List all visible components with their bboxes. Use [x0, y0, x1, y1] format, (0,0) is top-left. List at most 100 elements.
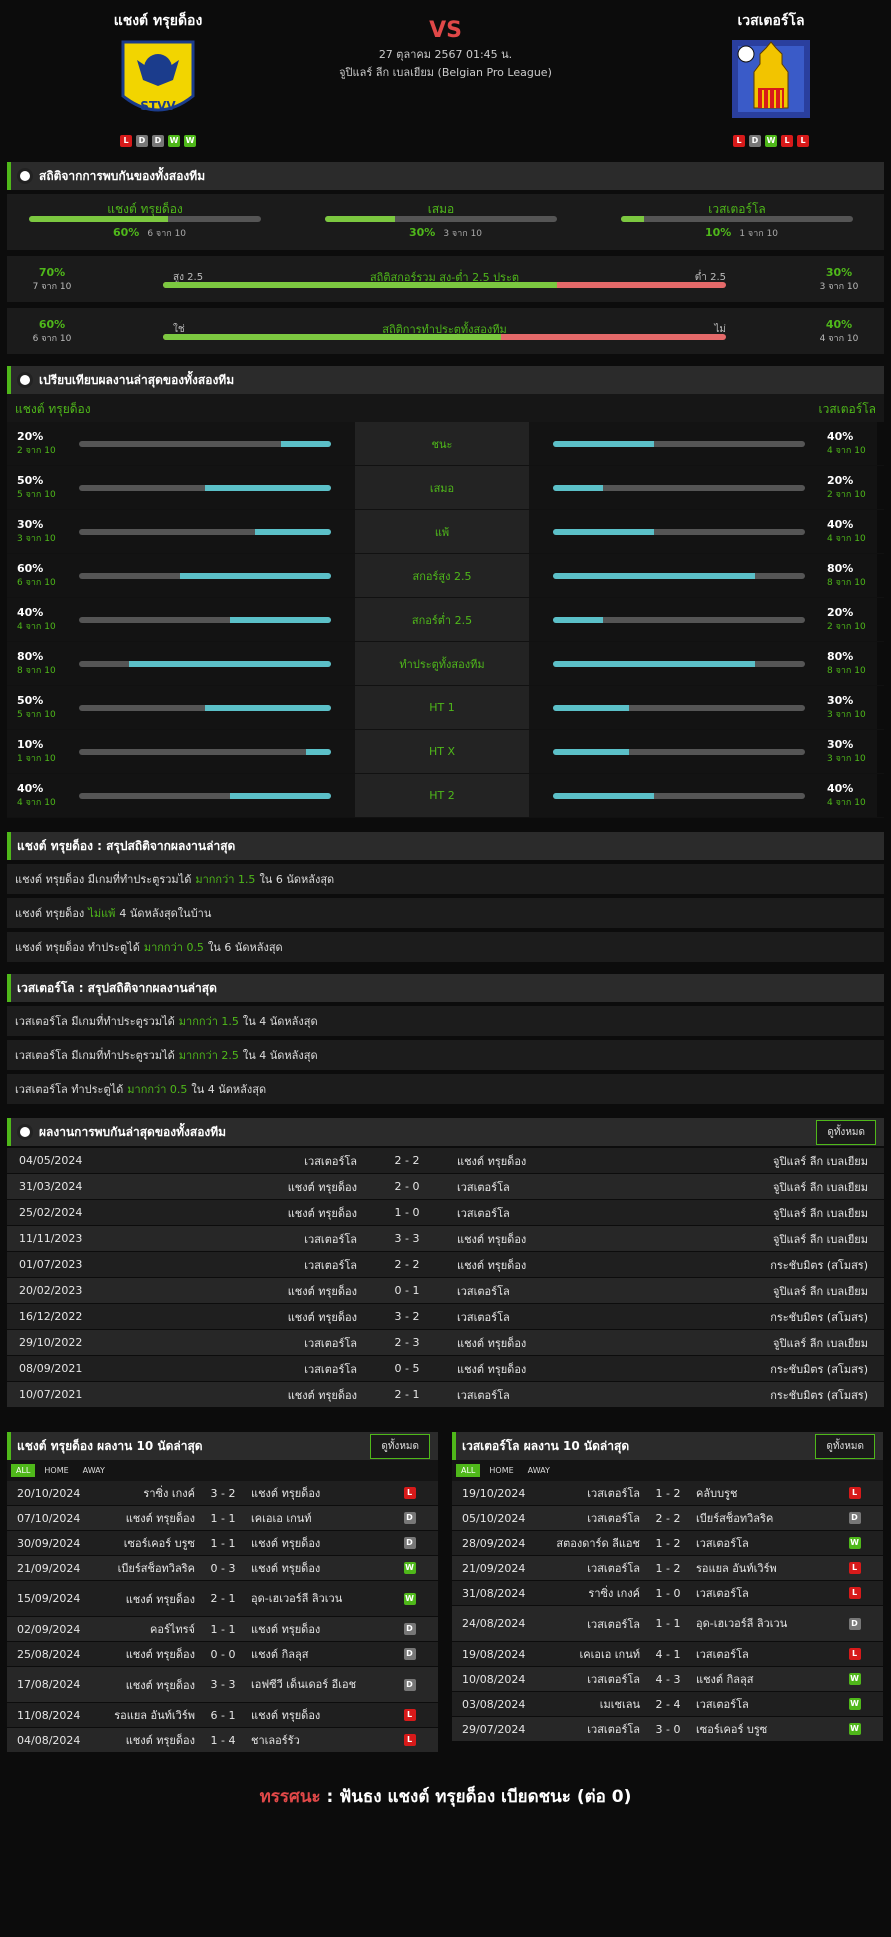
- form-badge: W: [184, 135, 196, 147]
- compare-away-pct-sub: 3 จาก 10: [827, 710, 866, 720]
- match-row[interactable]: 11/11/2023 เวสเตอร์โล 3 - 3 แชงต์ ทรุยด็อง จ…: [7, 1226, 884, 1252]
- result-badge: W: [848, 1698, 861, 1710]
- result-row[interactable]: 02/09/2024 คอร์ไทรจ์ 1 - 1 แชงต์ ทรุยด็อง D: [7, 1617, 438, 1642]
- result-row[interactable]: 30/09/2024 เซอร์เคอร์ บรูซ 1 - 1 แชงต์ ทรุย…: [7, 1531, 438, 1556]
- result-row[interactable]: 11/08/2024 รอแยล อันท์เวิร์พ 6 - 1 แชงต์ ทร…: [7, 1703, 438, 1728]
- result-away-team: เคเอเอ เกนท์: [251, 1511, 312, 1525]
- away-summary-rows: เวสเตอร์โล มีเกมที่ทำประตูรวมได้ มากกว่า …: [7, 1006, 884, 1104]
- h2h-stats-section: สถิติจากการพบกันของทั้งสองทีม แชงต์ ทรุย…: [7, 162, 884, 354]
- result-home-team: เวสเตอร์โล: [587, 1673, 640, 1686]
- form-badge: L: [733, 135, 745, 147]
- tab-all[interactable]: ALL: [11, 1464, 36, 1477]
- goals-left: 70% 7 จาก 10: [7, 266, 97, 293]
- compare-away-pct: 40% 4 จาก 10: [827, 782, 877, 809]
- compare-row: 10% 1 จาก 10 HT X 30% 3 จาก 10: [7, 730, 884, 774]
- match-row[interactable]: 31/03/2024 แชงต์ ทรุยด็อง 2 - 0 เวสเตอร์โล จ…: [7, 1174, 884, 1200]
- tab-all[interactable]: ALL: [456, 1464, 481, 1477]
- result-row[interactable]: 25/08/2024 แชงต์ ทรุยด็อง 0 - 0 แชงต์ กิลลุ…: [7, 1642, 438, 1667]
- summary-text: เวสเตอร์โล มีเกมที่ทำประตูรวมได้: [15, 1049, 175, 1062]
- result-row[interactable]: 20/10/2024 ราซิ่ง เกงค์ 3 - 2 แชงต์ ทรุยด็อ…: [7, 1481, 438, 1506]
- view-all-button[interactable]: ดูทั้งหมด: [816, 1119, 876, 1145]
- result-row[interactable]: 03/08/2024 เมเชเลน 2 - 4 เวสเตอร์โล W: [452, 1692, 883, 1717]
- match-league: กระชับมิตร (สโมสร): [770, 1388, 868, 1402]
- result-row[interactable]: 19/10/2024 เวสเตอร์โล 1 - 2 คลับบรูช L: [452, 1481, 883, 1506]
- summary-suffix: ใน 4 นัดหลังสุด: [242, 1015, 318, 1028]
- summary-row: เวสเตอร์โล มีเกมที่ทำประตูรวมได้ มากกว่า …: [7, 1006, 884, 1036]
- match-row[interactable]: 16/12/2022 แชงต์ ทรุยด็อง 3 - 2 เวสเตอร์โล ก…: [7, 1304, 884, 1330]
- compare-row: 30% 3 จาก 10 แพ้ 40% 4 จาก 10: [7, 510, 884, 554]
- btts-left-pct: 60%: [38, 318, 66, 331]
- result-row[interactable]: 05/10/2024 เวสเตอร์โล 2 - 2 เบียร์สช็อทวิลร…: [452, 1506, 883, 1531]
- result-away-team: เซอร์เคอร์ บรูซ: [696, 1722, 768, 1736]
- match-away-team: เวสเตอร์โล: [457, 1206, 510, 1220]
- result-row[interactable]: 24/08/2024 เวสเตอร์โล 1 - 1 อุด-เฮเวอร์ลี ล…: [452, 1606, 883, 1642]
- result-row[interactable]: 31/08/2024 ราซิ่ง เกงค์ 1 - 0 เวสเตอร์โล L: [452, 1581, 883, 1606]
- match-row[interactable]: 20/02/2023 แชงต์ ทรุยด็อง 0 - 1 เวสเตอร์โล จ…: [7, 1278, 884, 1304]
- form-badge: W: [765, 135, 777, 147]
- h2h-bar: [29, 216, 261, 222]
- compare-home-pct: 20% 2 จาก 10: [17, 430, 67, 457]
- result-row[interactable]: 28/09/2024 สตองดาร์ด ลีแอช 1 - 2 เวสเตอร์โล…: [452, 1531, 883, 1556]
- h2h-col-label: เวสเตอร์โล: [708, 202, 766, 216]
- result-row[interactable]: 07/10/2024 แชงต์ ทรุยด็อง 1 - 1 เคเอเอ เกนท…: [7, 1506, 438, 1531]
- view-all-button[interactable]: ดูทั้งหมด: [815, 1433, 875, 1459]
- compare-home-pct: 50% 5 จาก 10: [17, 474, 67, 501]
- view-all-button[interactable]: ดูทั้งหมด: [370, 1433, 430, 1459]
- tab-home[interactable]: HOME: [39, 1464, 73, 1477]
- match-row[interactable]: 08/09/2021 เวสเตอร์โล 0 - 5 แชงต์ ทรุยด็อง ก…: [7, 1356, 884, 1382]
- result-row[interactable]: 29/07/2024 เวสเตอร์โล 3 - 0 เซอร์เคอร์ บรูซ…: [452, 1717, 883, 1742]
- tab-away[interactable]: AWAY: [78, 1464, 110, 1477]
- btts-bar-fill: [163, 334, 501, 340]
- summary-row: เวสเตอร์โล มีเกมที่ทำประตูรวมได้ มากกว่า …: [7, 1040, 884, 1070]
- result-row[interactable]: 04/08/2024 แชงต์ ทรุยด็อง 1 - 4 ชาเลอร์รัว L: [7, 1728, 438, 1753]
- result-badge: D: [848, 1512, 861, 1524]
- result-row[interactable]: 15/09/2024 แชงต์ ทรุยด็อง 2 - 1 อุด-เฮเวอร์…: [7, 1581, 438, 1617]
- compare-away-pct-value: 80%: [827, 650, 854, 663]
- compare-away-pct-sub: 8 จาก 10: [827, 666, 866, 676]
- compare-row: 50% 5 จาก 10 HT 1 30% 3 จาก 10: [7, 686, 884, 730]
- compare-away-pct-value: 30%: [827, 738, 854, 751]
- match-row[interactable]: 10/07/2021 แชงต์ ทรุยด็อง 2 - 1 เวสเตอร์โล ก…: [7, 1382, 884, 1408]
- compare-away-bar: [553, 793, 805, 799]
- summary-highlight: มากกว่า 1.5: [178, 1015, 239, 1028]
- compare-home-pct-value: 80%: [17, 650, 44, 663]
- tab-home[interactable]: HOME: [484, 1464, 518, 1477]
- match-row[interactable]: 04/05/2024 เวสเตอร์โล 2 - 2 แชงต์ ทรุยด็อง จ…: [7, 1148, 884, 1174]
- goals-middle: สูง 2.5 สถิติสกอร์รวม สูง-ต่ำ 2.5 ประตู …: [163, 268, 726, 288]
- h2h-bar: [621, 216, 853, 222]
- result-row[interactable]: 10/08/2024 เวสเตอร์โล 4 - 3 แชงต์ กิลลุส W: [452, 1667, 883, 1692]
- result-row[interactable]: 17/08/2024 แชงต์ ทรุยด็อง 3 - 3 เอฟซีวี เด็…: [7, 1667, 438, 1703]
- result-home-team: คอร์ไทรจ์: [149, 1623, 195, 1636]
- result-badge: W: [848, 1537, 861, 1549]
- match-league: จูปิแลร์ ลีก เบลเยียม: [773, 1232, 868, 1246]
- compare-away-pct-sub: 4 จาก 10: [827, 534, 866, 544]
- match-home-team: เวสเตอร์โล: [304, 1258, 357, 1272]
- compare-home-pct: 80% 8 จาก 10: [17, 650, 67, 677]
- result-badge: L: [848, 1562, 861, 1574]
- compare-home-bar: [79, 793, 331, 799]
- compare-away-bar-fill: [553, 705, 629, 711]
- compare-home-pct: 40% 4 จาก 10: [17, 606, 67, 633]
- result-away-team: รอแยล อันท์เวิร์พ: [696, 1561, 777, 1575]
- compare-home-bar: [79, 485, 331, 491]
- match-row[interactable]: 01/07/2023 เวสเตอร์โล 2 - 2 แชงต์ ทรุยด็อง ก…: [7, 1252, 884, 1278]
- btts-left: 60% 6 จาก 10: [7, 318, 97, 345]
- result-away-team: อุด-เฮเวอร์ลี ลิวเวน: [251, 1592, 343, 1605]
- result-home-team: เบียร์สช็อทวิลริค: [117, 1562, 195, 1575]
- tab-away[interactable]: AWAY: [523, 1464, 555, 1477]
- result-away-team: แชงต์ กิลลุส: [251, 1647, 309, 1661]
- result-badge: D: [403, 1512, 416, 1524]
- summary-text: เวสเตอร์โล มีเกมที่ทำประตูรวมได้: [15, 1015, 175, 1028]
- goals-left-sub: 7 จาก 10: [32, 282, 72, 292]
- result-row[interactable]: 21/09/2024 เบียร์สช็อทวิลริค 0 - 3 แชงต์ ทร…: [7, 1556, 438, 1581]
- form-badge: D: [749, 135, 761, 147]
- compare-away-side: 20% 2 จาก 10: [529, 466, 877, 509]
- result-home-team: ราซิ่ง เกงค์: [588, 1587, 640, 1600]
- result-away-team: แชงต์ ทรุยด็อง: [251, 1708, 321, 1722]
- away-team[interactable]: เวสเตอร์โล LDWLL: [671, 10, 871, 147]
- match-row[interactable]: 29/10/2022 เวสเตอร์โล 2 - 3 แชงต์ ทรุยด็อง จ…: [7, 1330, 884, 1356]
- compare-home-pct-value: 10%: [17, 738, 44, 751]
- result-row[interactable]: 19/08/2024 เคเอเอ เกนท์ 4 - 1 เวสเตอร์โล L: [452, 1642, 883, 1667]
- result-row[interactable]: 21/09/2024 เวสเตอร์โล 1 - 2 รอแยล อันท์เวิร…: [452, 1556, 883, 1581]
- match-row[interactable]: 25/02/2024 แชงต์ ทรุยด็อง 1 - 0 เวสเตอร์โล จ…: [7, 1200, 884, 1226]
